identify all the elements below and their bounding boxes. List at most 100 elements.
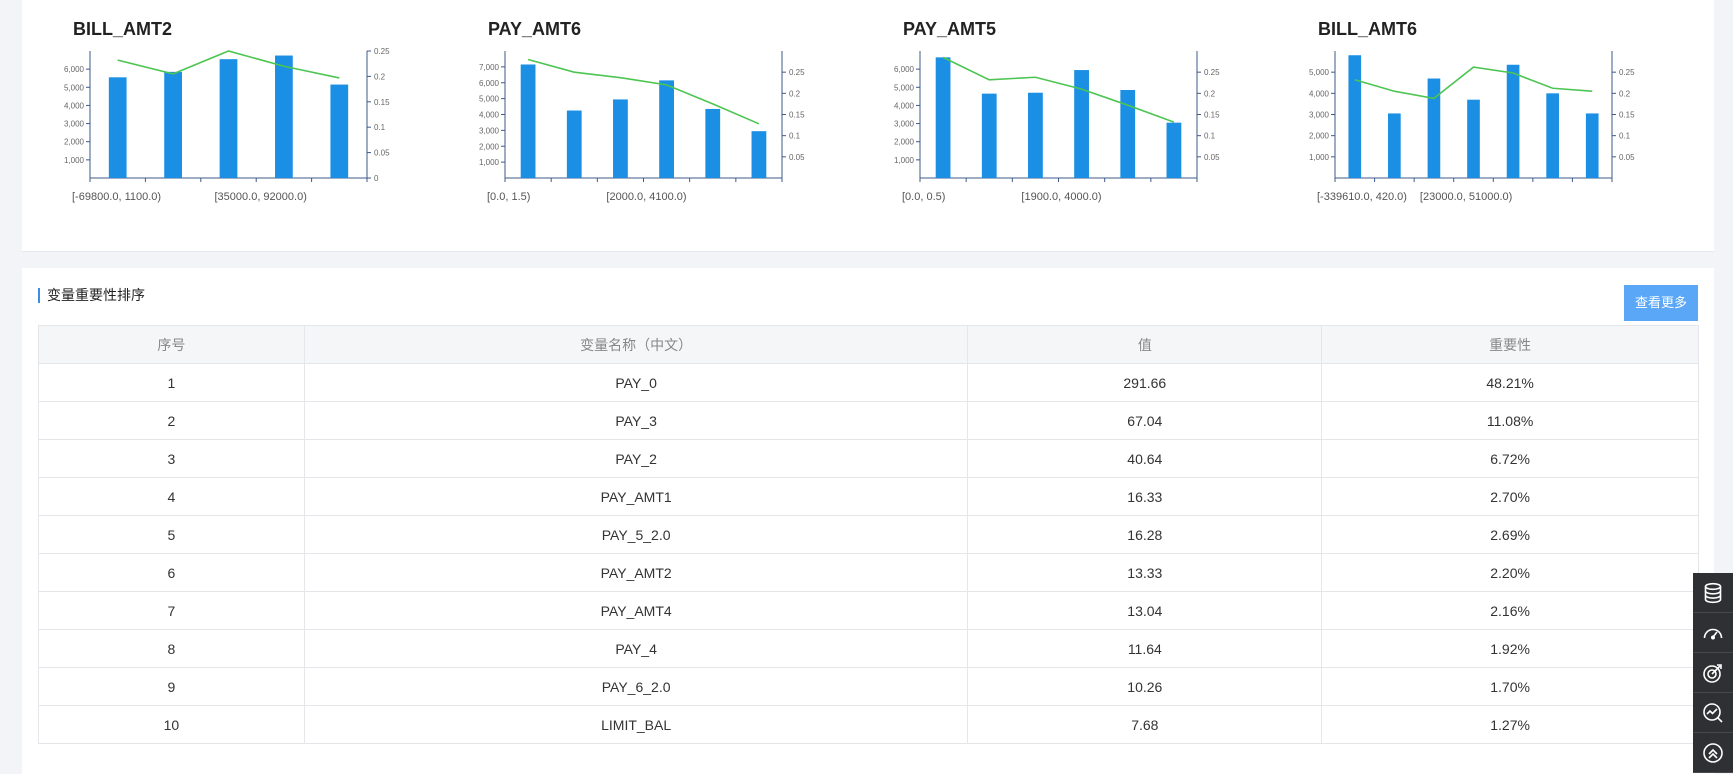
- x-tick-label: [23000.0, 51000.0): [1420, 191, 1512, 203]
- y-tick-label-right: 0.25: [789, 68, 805, 77]
- variable-name: PAY_0: [303, 363, 969, 402]
- table-row: 1 PAY_0 291.66 48.21%: [38, 363, 1699, 402]
- bar: [219, 59, 238, 178]
- table-row: 7 PAY_AMT4 13.04 2.16%: [38, 591, 1699, 630]
- charts-panel: BILL_AMT2 1,000 2,000 3,000 4,000 5,000 6,000…: [22, 0, 1714, 252]
- y-tick-label-left: 1,000: [1309, 153, 1330, 162]
- y-tick-label-right: 0.05: [789, 153, 805, 162]
- dashboard-button[interactable]: [1693, 613, 1733, 653]
- row-index: 4: [38, 477, 305, 516]
- y-tick-label-right: 0.1: [789, 132, 801, 141]
- variable-name: PAY_3: [303, 401, 969, 440]
- table-row: 5 PAY_5_2.0 16.28 2.69%: [38, 515, 1699, 554]
- bar: [935, 57, 951, 178]
- importance-percent: 2.69%: [1321, 515, 1699, 554]
- scroll-top-button[interactable]: [1693, 733, 1733, 773]
- target-button[interactable]: [1693, 653, 1733, 693]
- variable-value: 67.04: [967, 401, 1323, 440]
- y-tick-label-left: 3,000: [64, 120, 85, 129]
- bar: [1348, 55, 1362, 178]
- section-title: 变量重要性排序: [38, 288, 145, 303]
- importance-percent: 2.70%: [1321, 477, 1699, 516]
- y-tick-label-right: 0.25: [1619, 68, 1635, 77]
- x-tick-label: [0.0, 0.5): [902, 191, 945, 203]
- x-tick-label: [-69800.0, 1100.0): [72, 191, 161, 203]
- importance-percent: 6.72%: [1321, 439, 1699, 478]
- bar: [1546, 93, 1559, 178]
- row-index: 8: [38, 629, 305, 668]
- target-icon: [1703, 663, 1722, 683]
- chart-card-pay-amt5: PAY_AMT5 1,000 2,000 3,000 4,000 5,000 6,000 0…: [852, 0, 1267, 250]
- y-tick-label-right: 0.2: [374, 72, 386, 81]
- y-tick-label-left: 6,000: [894, 65, 915, 74]
- y-tick-label-right: 0.25: [1204, 68, 1220, 77]
- binning-chart: 1,000 2,000 3,000 4,000 5,000 6,000 7,000 0.05 0…: [479, 51, 805, 203]
- variable-value: 291.66: [967, 363, 1323, 402]
- importance-percent: 1.70%: [1321, 667, 1699, 706]
- y-tick-label-left: 1,000: [479, 158, 500, 167]
- importance-percent: 1.27%: [1321, 705, 1699, 744]
- y-tick-label-right: 0.2: [789, 89, 801, 98]
- bar: [1467, 99, 1480, 178]
- table-row: 6 PAY_AMT2 13.33 2.20%: [38, 553, 1699, 592]
- database-button[interactable]: [1693, 573, 1733, 613]
- bar: [275, 55, 293, 178]
- y-tick-label-left: 4,000: [479, 111, 500, 120]
- bar: [1585, 113, 1599, 178]
- variable-value: 40.64: [967, 439, 1323, 478]
- rate-line: [942, 56, 1175, 123]
- database-icon: [1704, 582, 1722, 603]
- bar: [566, 110, 582, 178]
- analysis-button[interactable]: [1693, 693, 1733, 733]
- view-more-button[interactable]: 查看更多: [1624, 285, 1698, 321]
- y-tick-label-left: 1,000: [64, 156, 85, 165]
- bar: [1388, 113, 1401, 178]
- bar: [981, 93, 997, 178]
- bar: [659, 80, 674, 178]
- row-index: 7: [38, 591, 305, 630]
- x-tick-label: [0.0, 1.5): [487, 191, 530, 203]
- variable-value: 16.33: [967, 477, 1323, 516]
- y-tick-label-left: 2,000: [479, 142, 500, 151]
- y-tick-label-right: 0.25: [374, 47, 390, 56]
- y-tick-label-right: 0.05: [1204, 153, 1220, 162]
- y-tick-label-right: 0.2: [1204, 89, 1216, 98]
- bar: [330, 84, 349, 178]
- importance-percent: 2.16%: [1321, 591, 1699, 630]
- row-index: 3: [38, 439, 305, 478]
- y-tick-label-right: 0.1: [1204, 132, 1216, 141]
- table-row: 8 PAY_4 11.64 1.92%: [38, 629, 1699, 668]
- column-header-index: 序号: [38, 325, 305, 364]
- dashboard-gauge-icon: [1703, 628, 1723, 640]
- rate-line: [527, 58, 760, 125]
- importance-percent: 48.21%: [1321, 363, 1699, 402]
- row-index: 2: [38, 401, 305, 440]
- variable-name: LIMIT_BAL: [303, 705, 969, 744]
- y-tick-label-right: 0.1: [374, 123, 386, 132]
- y-tick-label-left: 2,000: [64, 138, 85, 147]
- table-body: 1 PAY_0 291.66 48.21% 2 PAY_3 67.04 11.08% 3 PA…: [38, 363, 1699, 744]
- y-tick-label-right: 0.05: [374, 149, 390, 158]
- column-header-importance: 重要性: [1321, 325, 1699, 364]
- binning-chart: 1,000 2,000 3,000 4,000 5,000 6,000 0 0.05 0.1 0.…: [64, 47, 390, 203]
- column-header-variable-name: 变量名称（中文）: [303, 325, 969, 364]
- y-tick-label-left: 3,000: [1309, 111, 1330, 120]
- importance-table: 序号 变量名称（中文） 值 重要性 1 PAY_0 291.66 48.21% 2 PA…: [38, 325, 1699, 744]
- y-tick-label-left: 3,000: [479, 126, 500, 135]
- bar: [1028, 92, 1043, 178]
- scroll-top-icon: [1703, 742, 1723, 763]
- bar: [1427, 78, 1441, 178]
- y-tick-label-left: 5,000: [894, 83, 915, 92]
- y-tick-label-right: 0.05: [1619, 153, 1635, 162]
- bar: [108, 77, 127, 178]
- importance-percent: 11.08%: [1321, 401, 1699, 440]
- variable-importance-panel: 变量重要性排序 查看更多 序号 变量名称（中文） 值 重要性 1 PAY_0 291…: [22, 268, 1714, 774]
- row-index: 6: [38, 553, 305, 592]
- variable-value: 10.26: [967, 667, 1323, 706]
- bar: [1166, 122, 1182, 178]
- x-tick-label: [35000.0, 92000.0): [215, 191, 307, 203]
- variable-name: PAY_AMT1: [303, 477, 969, 516]
- y-tick-label-left: 5,000: [64, 83, 85, 92]
- variable-name: PAY_AMT2: [303, 553, 969, 592]
- variable-value: 13.33: [967, 553, 1323, 592]
